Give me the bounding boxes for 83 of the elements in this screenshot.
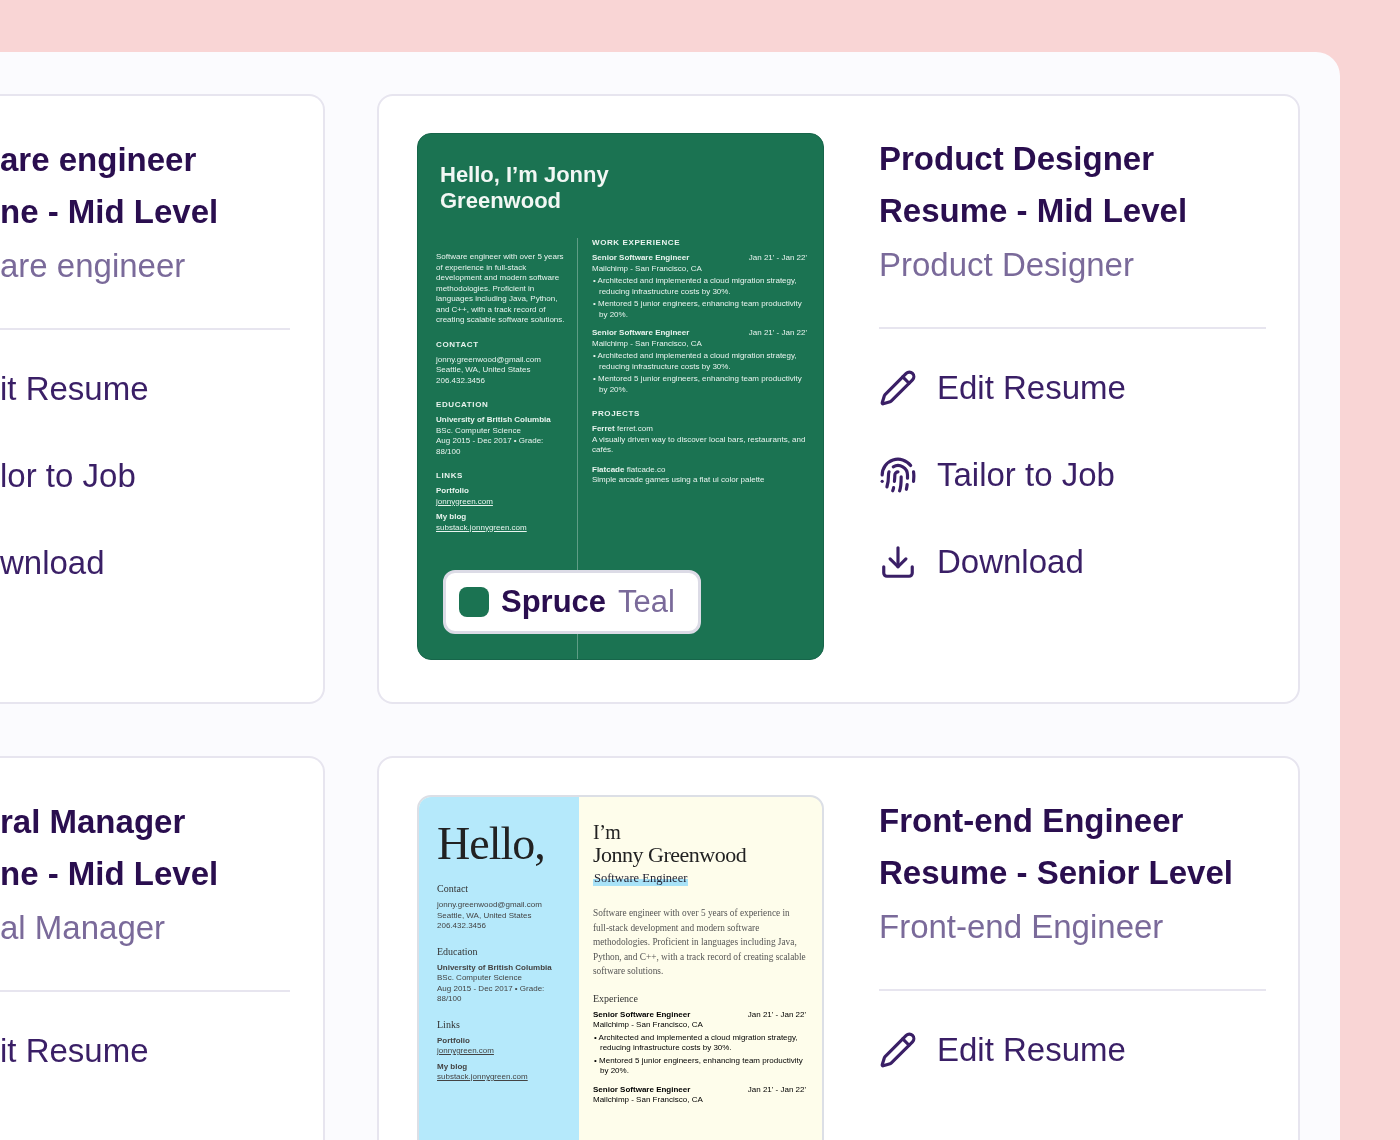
job-role: Product Designer bbox=[879, 245, 1135, 285]
resume-title: Product Designer bbox=[879, 139, 1156, 179]
resume-title: ral Manager bbox=[0, 802, 187, 842]
section-heading: Contact bbox=[437, 883, 470, 894]
action-link[interactable]: Edit Resume bbox=[879, 367, 1266, 409]
section-heading: LINKS bbox=[436, 471, 464, 480]
section-heading: Education bbox=[437, 945, 479, 957]
resume-text: Jan 21' - Jan 22' bbox=[747, 1084, 806, 1095]
resume-text: Jan 21' - Jan 22' bbox=[747, 1009, 806, 1020]
job-role: are engineer bbox=[0, 246, 187, 286]
action-link[interactable]: it Resume bbox=[0, 1030, 290, 1072]
template-badge: Spruce Teal bbox=[443, 570, 701, 634]
resume-title: Resume - Mid Level bbox=[879, 191, 1189, 231]
resume-text: Senior Software Engineer bbox=[592, 253, 690, 264]
resume-heading: Jonny Greenwood bbox=[593, 843, 748, 867]
action-link[interactable]: wnload bbox=[0, 542, 290, 584]
resume-text: Senior Software Engineer bbox=[592, 328, 690, 339]
resume-text: Senior Software Engineer bbox=[593, 1009, 691, 1020]
action-link[interactable]: it Resume bbox=[0, 368, 290, 410]
resume-text: My blog bbox=[436, 512, 468, 523]
resume-text: • Architected and implemented a cloud migration strategy, reducing infrastructure costs by 30%. bbox=[593, 1032, 799, 1054]
job-role: al Manager bbox=[0, 908, 167, 948]
resume-title: Resume - Senior Level bbox=[879, 853, 1234, 893]
action-link[interactable]: Tailor to Job bbox=[879, 454, 1266, 496]
resume-text: 206.432.3456 bbox=[436, 375, 486, 386]
action-link[interactable]: Download bbox=[879, 541, 1266, 583]
resume-text: Mailchimp - San Francisco, CA bbox=[592, 263, 703, 274]
resume-text: • Mentored 5 junior engineers, enhancing team productivity by 20%. bbox=[593, 1055, 804, 1077]
resume-headline: Software Engineer bbox=[593, 871, 689, 886]
pencil-icon bbox=[879, 369, 917, 407]
section-heading: Links bbox=[437, 1018, 461, 1030]
section-heading: PROJECTS bbox=[592, 409, 641, 418]
resume-text: Aug 2015 - Dec 2017 • Grade: 88/100 bbox=[436, 436, 545, 457]
section-heading: WORK EXPERIENCE bbox=[592, 238, 682, 247]
resume-text: jonny.greenwood@gmail.com bbox=[436, 354, 542, 365]
resume-text: 206.432.3456 bbox=[437, 921, 487, 932]
section-heading: Experience bbox=[593, 992, 639, 1004]
resume-text: Jan 21' - Jan 22' bbox=[748, 328, 807, 339]
resume-heading: Hello, I’m Jonny Greenwood bbox=[439, 161, 610, 214]
resume-text: BSc. Computer Science bbox=[436, 425, 522, 436]
resume-title: ne - Mid Level bbox=[0, 192, 220, 232]
resume-title: ne - Mid Level bbox=[0, 854, 220, 894]
resume-text: Mailchimp - San Francisco, CA bbox=[593, 1020, 704, 1031]
resume-text: Jan 21' - Jan 22' bbox=[748, 253, 807, 264]
resume-text: • Architected and implemented a cloud migration strategy, reducing infrastructure costs by 30%. bbox=[592, 351, 798, 372]
resume-text: substack.jonnygreen.com bbox=[437, 1072, 529, 1083]
resume-text: Seattle, WA, United States bbox=[437, 910, 533, 921]
resume-text: Senior Software Engineer bbox=[593, 1084, 691, 1095]
resume-text: jonny.greenwood@gmail.com bbox=[437, 900, 543, 911]
resume-text: Seattle, WA, United States bbox=[436, 365, 532, 376]
resume-text: BSc. Computer Science bbox=[437, 973, 523, 984]
resume-text: Mailchimp - San Francisco, CA bbox=[592, 338, 703, 349]
download-icon bbox=[879, 543, 917, 581]
job-role: Front-end Engineer bbox=[879, 907, 1165, 947]
section-heading: CONTACT bbox=[436, 339, 480, 349]
action-link[interactable]: lor to Job bbox=[0, 455, 290, 497]
resume-title: are engineer bbox=[0, 140, 198, 180]
resume-text: University of British Columbia bbox=[436, 415, 552, 426]
resume-text: Aug 2015 - Dec 2017 • Grade: 88/100 bbox=[437, 983, 546, 1005]
resume-heading: I’m bbox=[593, 821, 622, 843]
resume-text: • Architected and implemented a cloud migration strategy, reducing infrastructure costs by 30%. bbox=[592, 276, 798, 297]
resume-text: • Mentored 5 junior engineers, enhancing team productivity by 20%. bbox=[592, 374, 803, 395]
resume-text: Flatcade flatcade.co bbox=[592, 464, 667, 475]
resume-text: Ferret ferret.com bbox=[592, 424, 654, 435]
resume-text: A visually driven way to discover local bars, restaurants, and cafés. bbox=[592, 434, 807, 456]
resume-text: jonnygreen.com bbox=[437, 1046, 495, 1057]
resume-text: Simple arcade games using a flat ui color palette bbox=[592, 475, 766, 486]
resume-summary: Software engineer with over 5 years of experience in full-stack development and modern software methodologies. Proficient in languages including Java, Python, and C++, with a track record of creating scalable software solutions. bbox=[593, 907, 806, 978]
resume-text: substack.jonnygreen.com bbox=[436, 522, 528, 533]
resume-text: Portfolio bbox=[437, 1035, 471, 1046]
resume-text: • Mentored 5 junior engineers, enhancing team productivity by 20%. bbox=[592, 299, 803, 320]
resume-text: Portfolio bbox=[436, 486, 470, 497]
resume-title: Front-end Engineer bbox=[879, 801, 1185, 841]
fingerprint-icon bbox=[879, 456, 917, 494]
resume-text: jonnygreen.com bbox=[436, 496, 494, 507]
pencil-icon bbox=[879, 1031, 917, 1069]
resume-text: Software engineer with over 5 years of experience in full-stack development and modern software methodologies. Proficient in languages including Java, Python, and C++, with a track record of creating scalable software solutions. bbox=[436, 252, 565, 326]
section-heading: EDUCATION bbox=[436, 400, 490, 409]
action-link[interactable]: Edit Resume bbox=[879, 1029, 1266, 1071]
resume-text: Mailchimp - San Francisco, CA bbox=[593, 1095, 704, 1106]
resume-text: University of British Columbia bbox=[437, 962, 553, 973]
resume-text: My blog bbox=[437, 1061, 469, 1072]
resume-heading: Hello, bbox=[437, 819, 546, 869]
